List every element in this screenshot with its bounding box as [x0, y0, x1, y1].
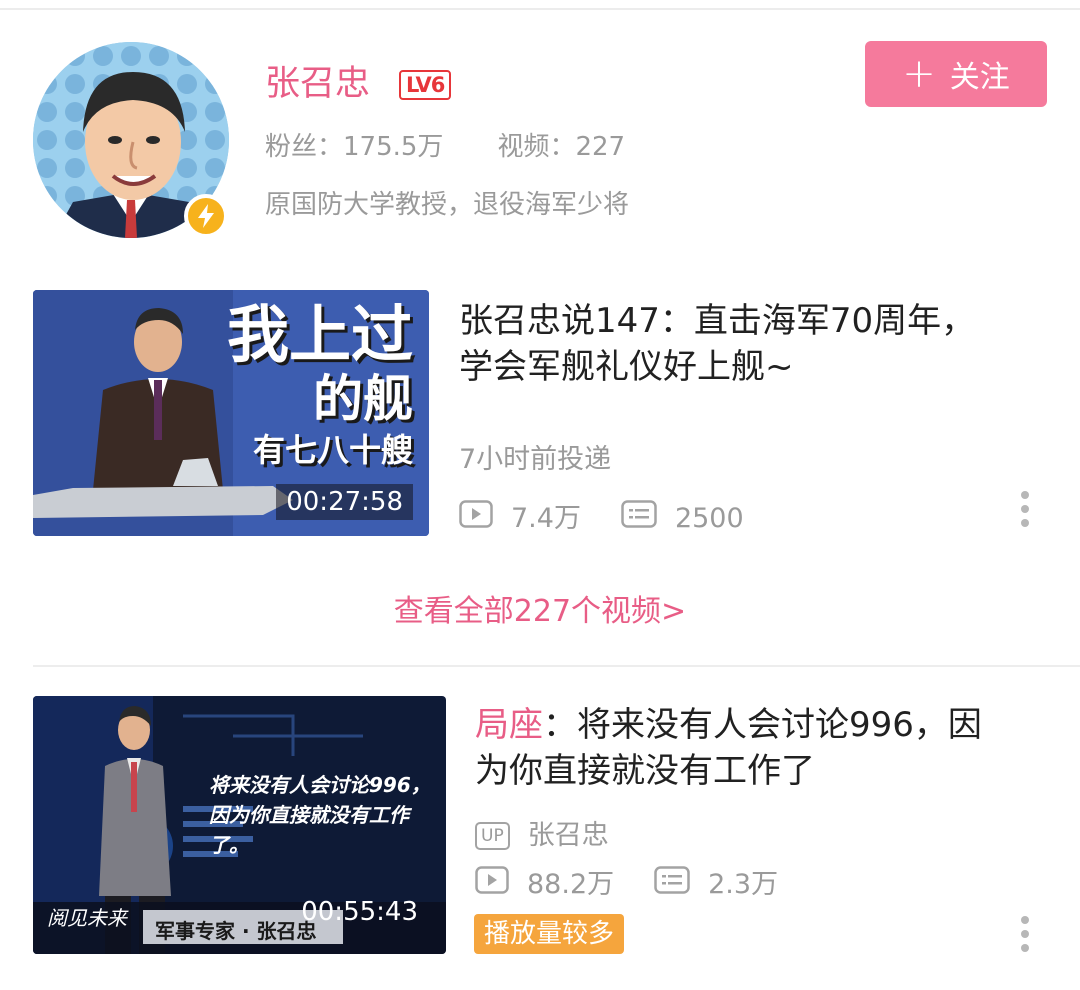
thumbnail-quote-line-2: 因为你直接就没有工作了。	[209, 803, 409, 857]
thumbnail-text: 我上过 的舰 有七八十艘	[226, 298, 413, 469]
uploader-name: 张召忠	[527, 820, 609, 851]
video-duration: 00:27:58	[276, 484, 413, 520]
video-stats-1: 7.4万 2500	[459, 500, 744, 538]
video-posted-time: 7小时前投递	[459, 444, 612, 475]
thumbnail-text-line-3: 有七八十艘	[252, 431, 413, 469]
video-title-1-line-2: 学会军舰礼仪好上舰~	[459, 347, 794, 387]
thumbnail-text-line-1: 我上过	[226, 298, 413, 371]
video-title-2-line-2: 为你直接就没有工作了	[475, 751, 815, 791]
follow-button[interactable]: + 关注	[865, 41, 1047, 107]
up-badge-icon: UP	[475, 822, 510, 850]
up-bio: 原国防大学教授，退役海军少将	[265, 190, 630, 220]
video-title-2-line-1-text: ：将来没有人会讨论996，因	[543, 705, 982, 745]
video-duration: 00:55:43	[301, 897, 418, 927]
level-badge: LV6	[399, 70, 452, 100]
up-stats: 粉丝：175.5万 视频：227	[265, 128, 625, 166]
play-icon	[459, 500, 493, 538]
section-divider	[33, 665, 1080, 667]
video-title-2-line-1: 局座：将来没有人会讨论996，因	[475, 702, 1055, 748]
play-count: 7.4万	[511, 503, 581, 534]
play-icon	[475, 866, 509, 904]
thumbnail-logo: 阅见未来	[47, 906, 127, 930]
top-divider	[0, 8, 1080, 10]
video-tag: 局座	[475, 705, 543, 745]
video-title-1-line-1: 张召忠说147：直击海军70周年，	[459, 301, 976, 341]
follow-label: 关注	[949, 60, 1010, 95]
view-all-videos-link[interactable]: 查看全部227个视频>	[0, 590, 1080, 634]
danmaku-icon	[621, 500, 657, 538]
verified-lightning-icon	[184, 194, 228, 238]
thumbnail-quote-line-1: 将来没有人会讨论996，	[209, 773, 431, 797]
danmaku-count: 2500	[674, 503, 744, 534]
up-name[interactable]: 张召忠	[265, 62, 370, 106]
uploader-row[interactable]: UP 张召忠	[475, 818, 609, 854]
more-options-icon[interactable]	[1010, 912, 1040, 956]
danmaku-count: 2.3万	[708, 869, 779, 900]
danmaku-icon	[654, 866, 690, 904]
video-title-2[interactable]: 局座：将来没有人会讨论996，因 为你直接就没有工作了	[475, 702, 1055, 794]
video-count: 视频：227	[497, 132, 626, 162]
video-thumbnail-2[interactable]: 将来没有人会讨论996， 因为你直接就没有工作了。 军事专家 · 张召忠 阅见未…	[33, 696, 446, 954]
play-count: 88.2万	[527, 869, 615, 900]
video-stats-2: 88.2万 2.3万	[475, 866, 778, 904]
video-thumbnail-1[interactable]: 我上过 的舰 有七八十艘 00:27:58	[33, 290, 429, 536]
thumbnail-text-line-2: 的舰	[313, 370, 413, 428]
fans-count: 粉丝：175.5万	[265, 132, 444, 162]
more-options-icon[interactable]	[1010, 487, 1040, 531]
thumbnail-quote: 将来没有人会讨论996， 因为你直接就没有工作了。	[209, 770, 446, 860]
plus-icon: +	[902, 51, 936, 97]
video-title-1[interactable]: 张召忠说147：直击海军70周年， 学会军舰礼仪好上舰~	[459, 298, 1039, 390]
popular-badge: 播放量较多	[474, 914, 625, 954]
